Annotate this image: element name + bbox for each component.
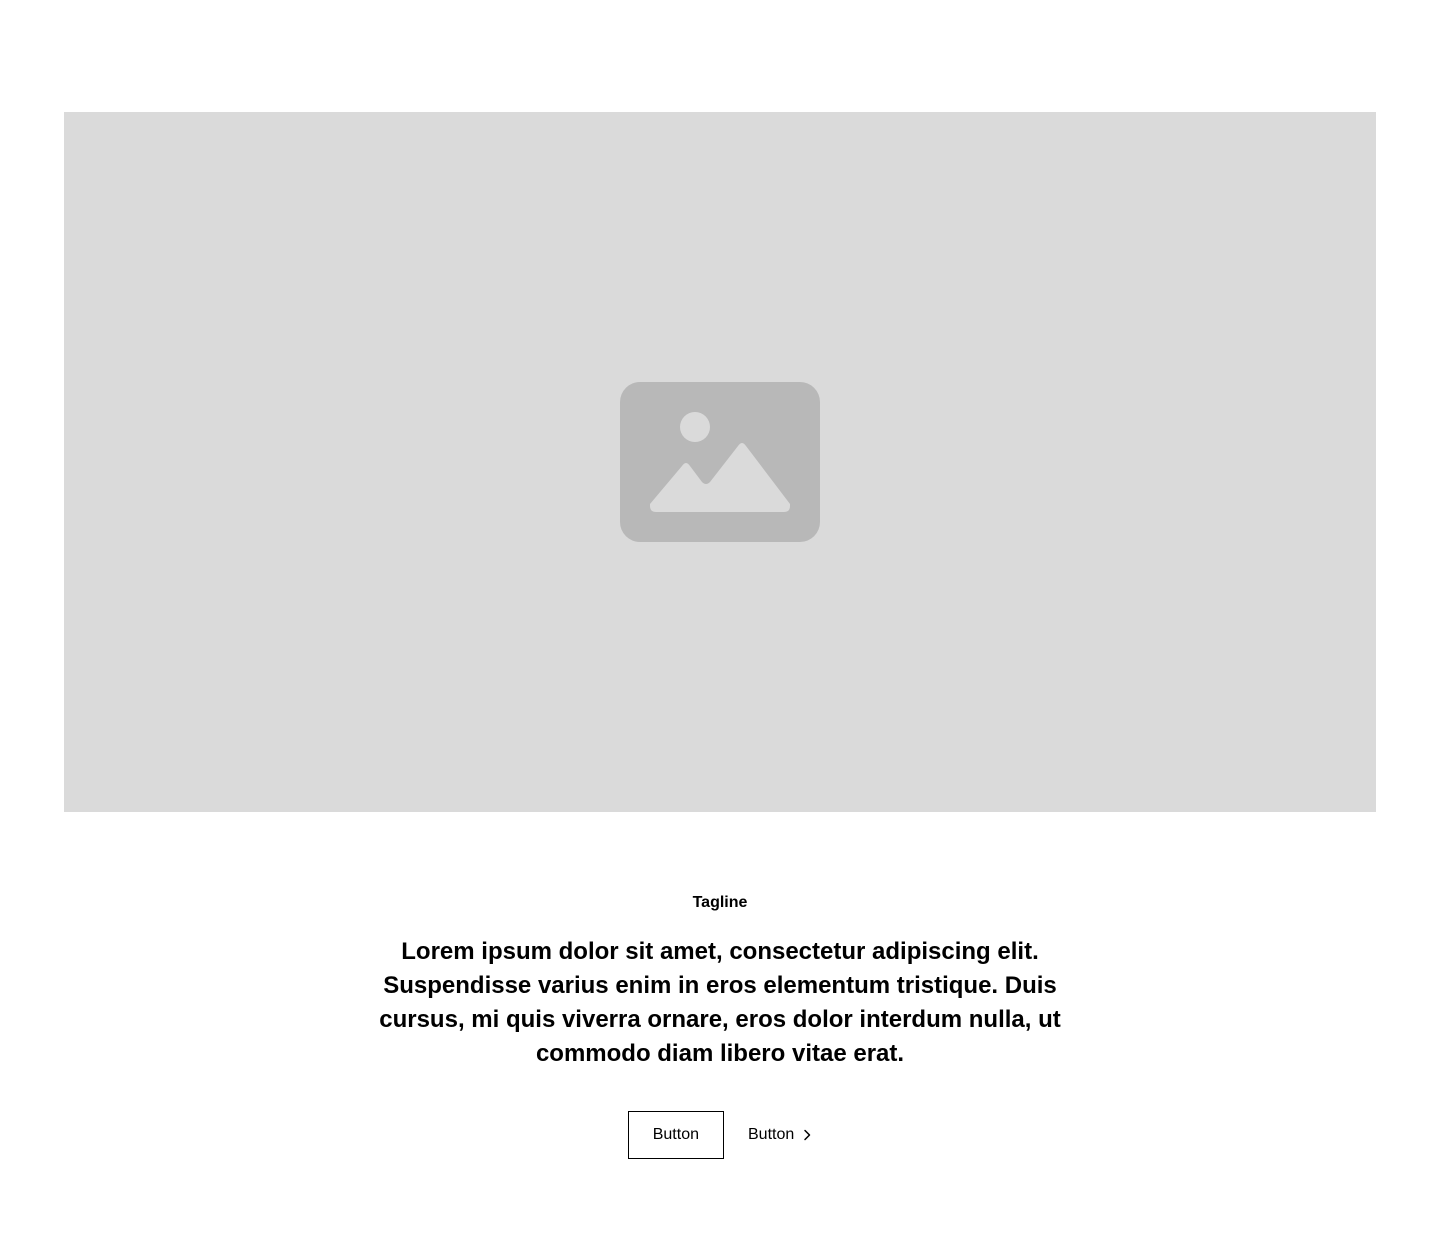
primary-button[interactable]: Button (627, 1111, 724, 1159)
headline: Lorem ipsum dolor sit amet, consectetur … (379, 938, 1061, 1067)
content-section: Tagline Lorem ipsum dolor sit amet, cons… (0, 893, 1440, 1159)
tagline: Tagline (692, 894, 748, 911)
secondary-button-label: Button (748, 1126, 795, 1143)
secondary-link-button[interactable]: Button (748, 1111, 812, 1159)
hero-image-placeholder (64, 112, 1376, 812)
image-placeholder-icon (620, 382, 820, 542)
action-buttons: Button Button (0, 1111, 1440, 1159)
primary-button-label: Button (652, 1126, 699, 1143)
chevron-right-icon (804, 1129, 811, 1141)
